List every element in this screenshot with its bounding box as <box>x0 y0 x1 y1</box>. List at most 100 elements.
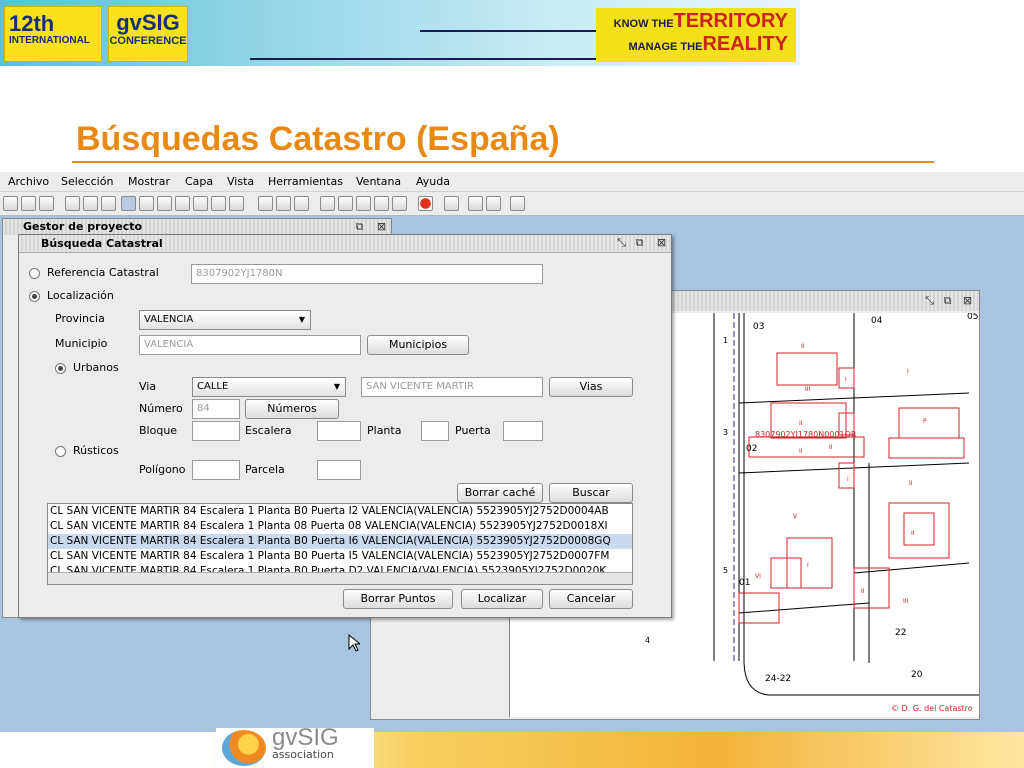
minimize-icon[interactable]: ⤡ <box>615 237 628 250</box>
menu-herramientas[interactable]: Herramientas <box>268 175 343 188</box>
results-list[interactable]: CL SAN VICENTE MARTIR 84 Escalera 1 Plan… <box>47 503 633 585</box>
print-icon[interactable] <box>294 196 309 211</box>
localizar-button[interactable]: Localizar <box>461 589 543 609</box>
map-numeral: I <box>907 368 909 375</box>
conference-banner: 12th INTERNATIONAL gvSIG CONFERENCE KNOW… <box>0 0 800 66</box>
urbanos-radio[interactable] <box>55 363 66 374</box>
escalera-label: Escalera <box>245 424 292 437</box>
rusticos-radio[interactable] <box>55 446 66 457</box>
menu-archivo[interactable]: Archivo <box>8 175 49 188</box>
map-numeral: II <box>861 588 865 595</box>
close-icon[interactable]: ⊠ <box>655 237 668 250</box>
list-item[interactable]: CL SAN VICENTE MARTIR 84 Escalera 1 Plan… <box>48 519 632 534</box>
localizacion-radio[interactable] <box>29 291 40 302</box>
pan-icon[interactable] <box>65 196 80 211</box>
stop-icon[interactable] <box>418 196 433 211</box>
close-icon[interactable]: ⊠ <box>961 295 974 308</box>
list-item-selected[interactable]: CL SAN VICENTE MARTIR 84 Escalera 1 Plan… <box>48 534 632 549</box>
borrar-puntos-button[interactable]: Borrar Puntos <box>343 589 453 609</box>
vias-button[interactable]: Vias <box>549 377 633 397</box>
ref-catastral-radio[interactable] <box>29 268 40 279</box>
horizontal-scrollbar[interactable] <box>48 572 632 584</box>
add-layer-icon[interactable] <box>229 196 244 211</box>
numero-input[interactable]: 84 <box>192 399 240 419</box>
close-icon[interactable]: ⊠ <box>375 221 388 234</box>
select-circle-icon[interactable] <box>374 196 389 211</box>
maximize-icon[interactable]: ⧉ <box>353 221 366 234</box>
zoom-out-icon[interactable] <box>139 196 154 211</box>
maximize-icon[interactable]: ⧉ <box>633 237 646 250</box>
logo-international: INTERNATIONAL <box>9 35 90 46</box>
map-label-04: 04 <box>871 316 883 326</box>
list-item[interactable]: CL SAN VICENTE MARTIR 84 Escalera 1 Plan… <box>48 549 632 564</box>
mouse-cursor-icon <box>348 634 360 652</box>
banner-line-top <box>420 30 596 32</box>
parcela-input[interactable] <box>317 460 361 480</box>
gvsig-logo-icon <box>222 730 266 766</box>
tools-icon[interactable] <box>444 196 459 211</box>
dialog-title: Búsqueda Catastral <box>41 237 163 250</box>
planta-input[interactable] <box>421 421 449 441</box>
bloque-input[interactable] <box>192 421 240 441</box>
zoom-select-icon[interactable] <box>211 196 226 211</box>
select-rect-icon[interactable] <box>338 196 353 211</box>
gvsig-conference-logo: gvSIG CONFERENCE <box>108 6 188 62</box>
locate-icon[interactable] <box>468 196 483 211</box>
menu-ventana[interactable]: Ventana <box>356 175 401 188</box>
poligono-input[interactable] <box>192 460 240 480</box>
zoom-extent-icon[interactable] <box>83 196 98 211</box>
select-line-icon[interactable] <box>392 196 407 211</box>
dialog-titlebar[interactable]: Búsqueda Catastral <box>19 235 671 253</box>
project-manager-titlebar[interactable]: Gestor de proyecto <box>3 219 391 235</box>
buscar-button[interactable]: Buscar <box>549 483 633 503</box>
localizacion-label: Localización <box>47 289 114 302</box>
zoom-all-icon[interactable] <box>101 196 116 211</box>
list-item[interactable]: CL SAN VICENTE MARTIR 84 Escalera 1 Plan… <box>48 504 632 519</box>
menu-seleccion[interactable]: Selección <box>61 175 113 188</box>
minimize-icon[interactable]: ⤡ <box>923 295 936 308</box>
map-numeral: II <box>829 444 833 451</box>
slogan-territory: TERRITORY <box>673 10 788 32</box>
zoom-in-icon[interactable] <box>121 196 136 211</box>
cancelar-button[interactable]: Cancelar <box>549 589 633 609</box>
provincia-select[interactable]: VALENCIA ▼ <box>139 310 311 330</box>
ref-catastral-input[interactable]: 8307902YJ1780N <box>191 264 543 284</box>
borrar-cache-button[interactable]: Borrar caché <box>457 483 543 503</box>
measure-icon[interactable] <box>276 196 291 211</box>
zoom-previous-icon[interactable] <box>175 196 190 211</box>
busqueda-catastral-dialog: Búsqueda Catastral ⤡ ⧉ ⊠ Referencia Cata… <box>18 234 672 618</box>
escalera-input[interactable] <box>317 421 361 441</box>
zoom-next-icon[interactable] <box>193 196 208 211</box>
poligono-label: Polígono <box>139 463 186 476</box>
gvsig-association: association <box>272 748 334 761</box>
maximize-icon[interactable]: ⧉ <box>941 295 954 308</box>
numeros-button[interactable]: Números <box>245 399 339 419</box>
save-icon[interactable] <box>39 196 54 211</box>
select-polygon-icon[interactable] <box>356 196 371 211</box>
layers-icon[interactable] <box>157 196 172 211</box>
via-type-select[interactable]: CALLE ▼ <box>192 377 346 397</box>
map-numeral: I <box>807 562 809 569</box>
catastro-icon[interactable] <box>510 196 525 211</box>
menu-vista[interactable]: Vista <box>227 175 254 188</box>
map-label-1: 1 <box>723 336 728 345</box>
menu-mostrar[interactable]: Mostrar <box>128 175 170 188</box>
municipio-input[interactable]: VALENCIA <box>139 335 361 355</box>
open-icon[interactable] <box>21 196 36 211</box>
select-icon[interactable] <box>320 196 335 211</box>
title-underline <box>72 161 934 163</box>
municipios-button[interactable]: Municipios <box>367 335 469 355</box>
map-label-24-22: 24-22 <box>765 674 791 684</box>
urbanos-label: Urbanos <box>73 361 119 374</box>
logo-gvsig: gvSIG <box>116 10 180 35</box>
geolocate-icon[interactable] <box>486 196 501 211</box>
menu-ayuda[interactable]: Ayuda <box>416 175 450 188</box>
map-label-3: 3 <box>723 428 728 437</box>
new-icon[interactable] <box>3 196 18 211</box>
info-icon[interactable] <box>258 196 273 211</box>
via-name-input[interactable]: SAN VICENTE MARTIR <box>361 377 543 397</box>
puerta-input[interactable] <box>503 421 543 441</box>
menu-capa[interactable]: Capa <box>185 175 213 188</box>
map-numeral: III <box>805 386 811 393</box>
slogan-reality: REALITY <box>702 33 788 55</box>
